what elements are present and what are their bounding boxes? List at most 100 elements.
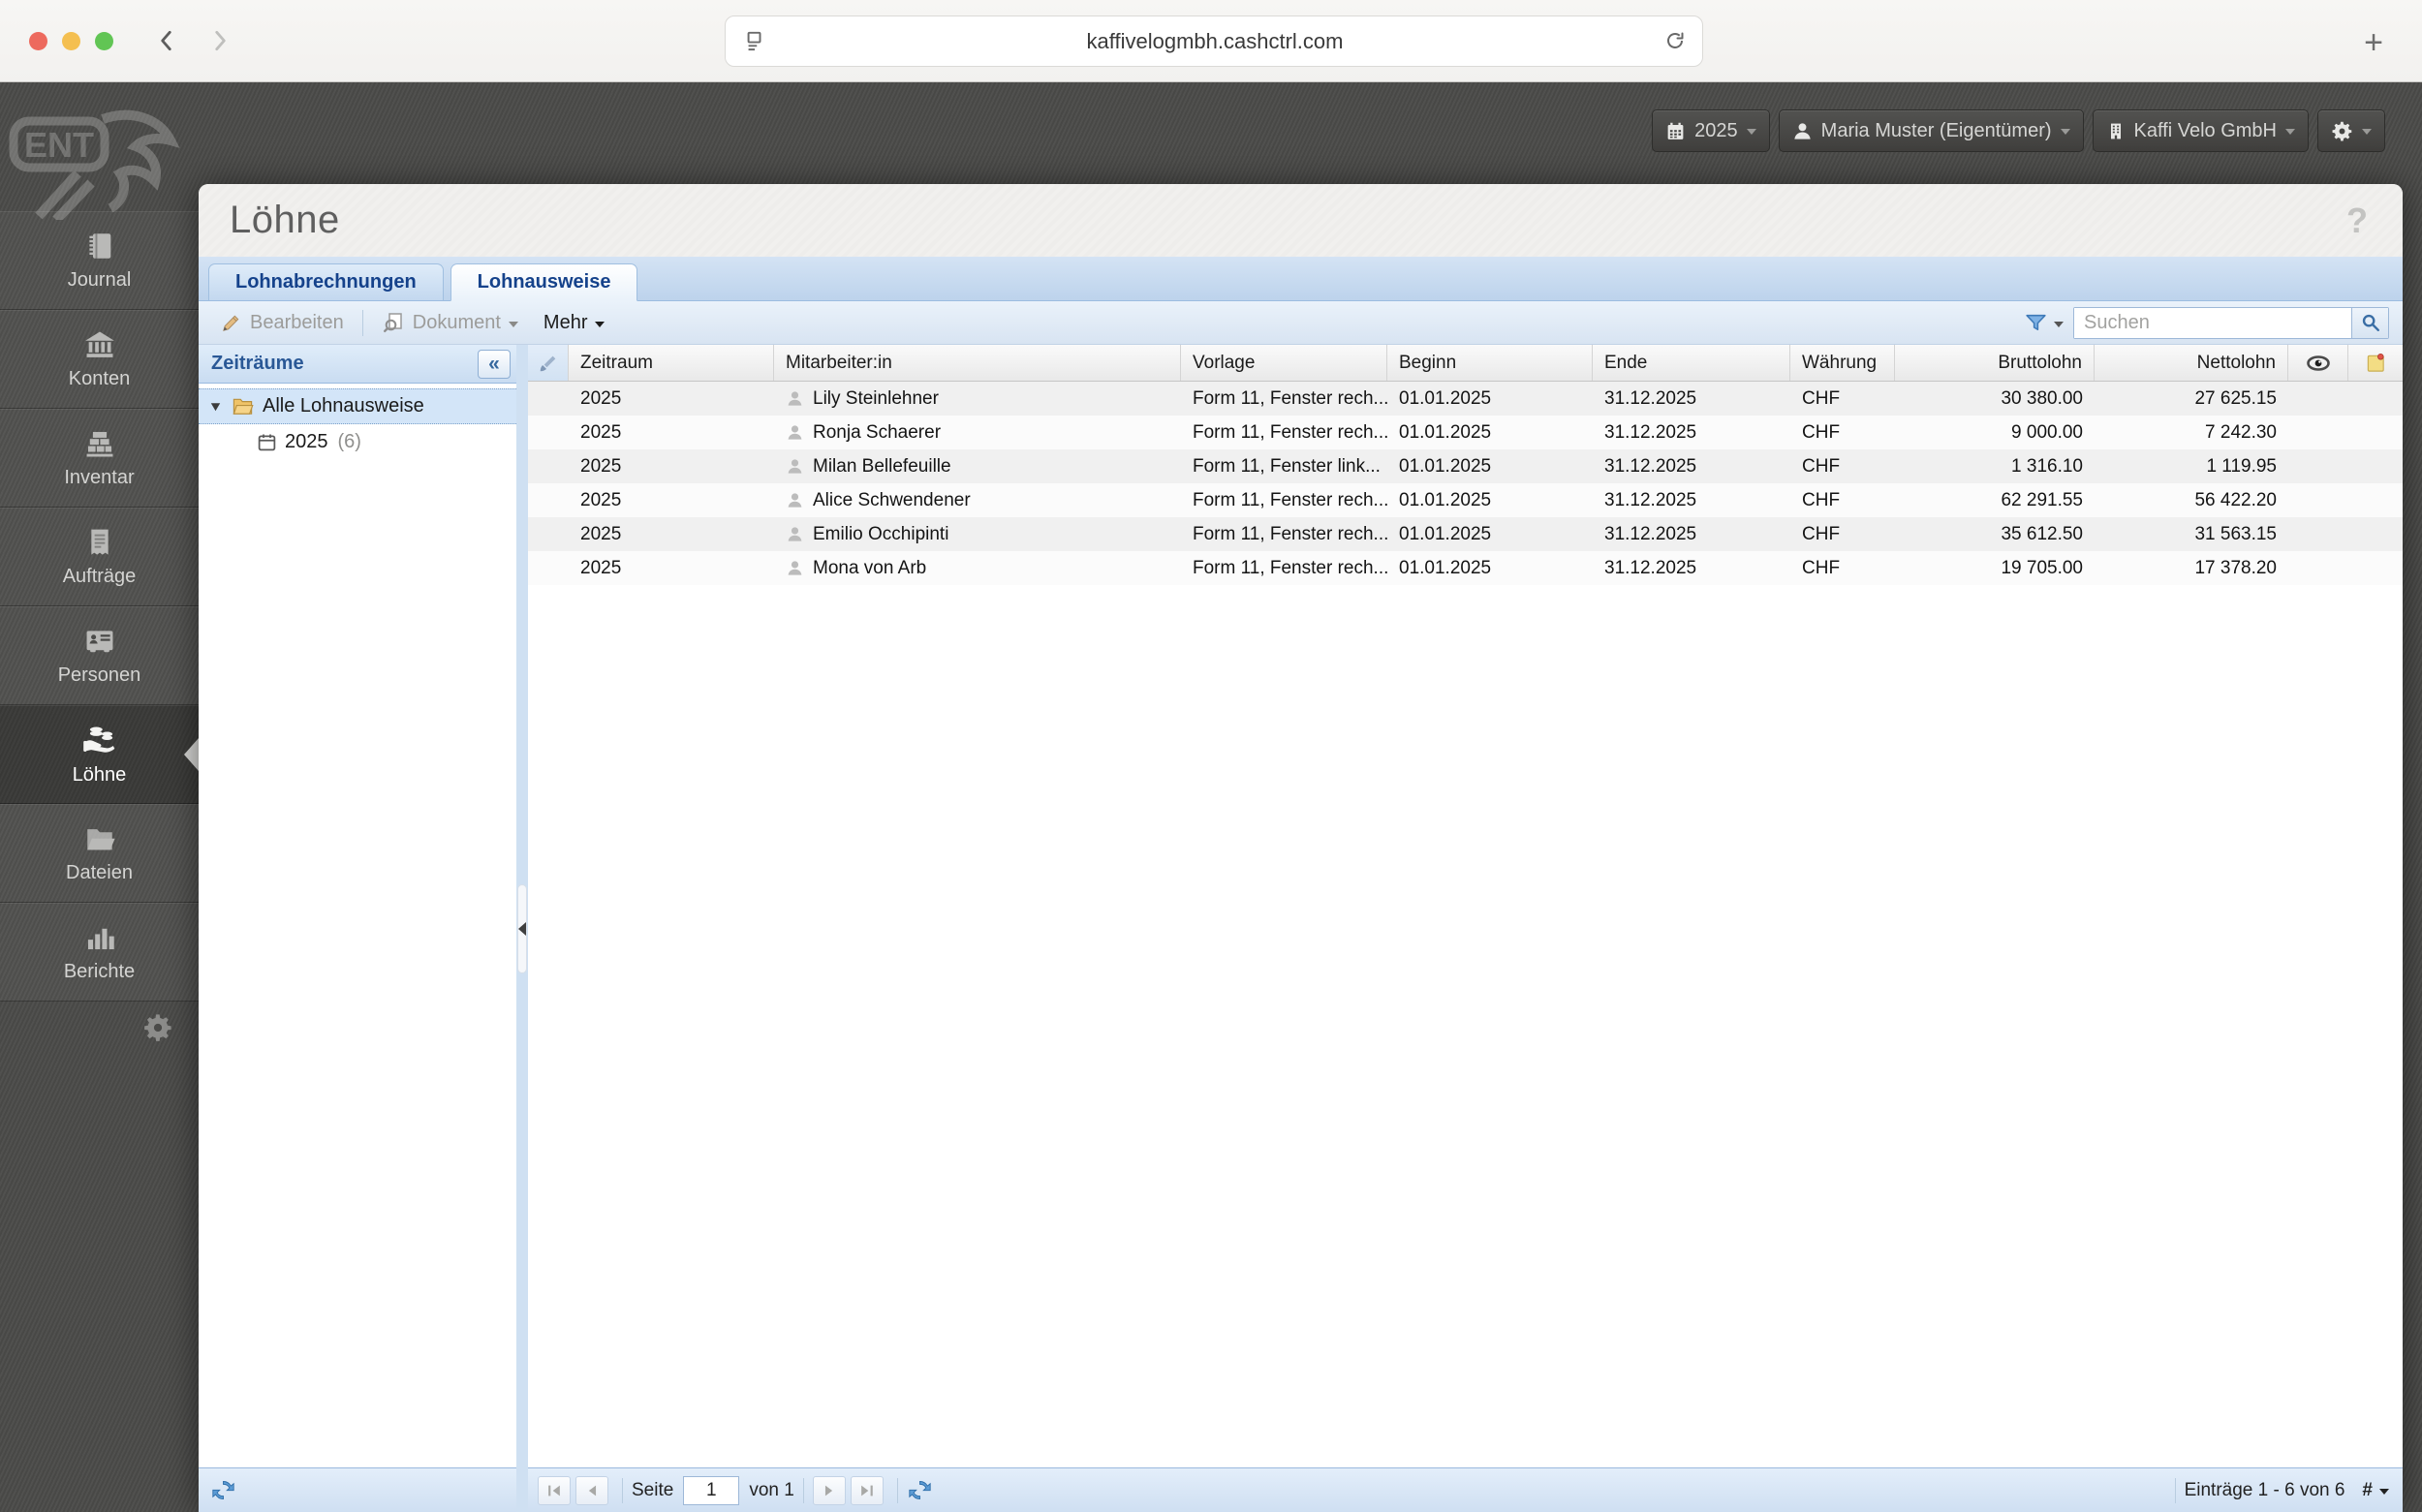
column-header-bruttolohn[interactable]: Bruttolohn	[1895, 345, 2095, 381]
sidebar-item-auftraege[interactable]: Aufträge	[0, 508, 199, 606]
browser-forward-button[interactable]	[201, 21, 239, 60]
table-row[interactable]: 2025 Emilio Occhipinti Form 11, Fenster re…	[528, 517, 2403, 551]
cell-note	[2348, 517, 2403, 551]
edit-button[interactable]: Bearbeiten	[210, 306, 354, 339]
panel-splitter[interactable]	[516, 345, 528, 1512]
column-header-beginn[interactable]: Beginn	[1387, 345, 1593, 381]
table-row[interactable]: 2025 Milan Bellefeuille Form 11, Fenster l…	[528, 449, 2403, 483]
cell-brutto: 1 316.10	[2011, 455, 2083, 477]
tab-lohnausweise[interactable]: Lohnausweise	[450, 263, 638, 301]
column-header-waehrung[interactable]: Währung	[1790, 345, 1895, 381]
document-button[interactable]: Dokument	[372, 306, 528, 339]
sidebar-item-dateien[interactable]: Dateien	[0, 804, 199, 903]
cell-vorlage: Form 11, Fenster rech...	[1193, 387, 1387, 409]
sidebar-item-label: Löhne	[72, 764, 127, 786]
minimize-window-button[interactable]	[62, 31, 80, 50]
sidebar-item-berichte[interactable]: Berichte	[0, 903, 199, 1002]
close-window-button[interactable]	[29, 31, 47, 50]
refresh-icon[interactable]	[210, 1477, 236, 1503]
collapse-panel-button[interactable]: «	[478, 349, 511, 379]
panel-title-bar: Löhne ?	[199, 184, 2403, 257]
splitter-collapse-handle[interactable]	[517, 883, 527, 973]
tree-node-count: (6)	[337, 431, 361, 452]
cell-waehrung: CHF	[1802, 557, 1841, 578]
table-row[interactable]: 2025 Lily Steinlehner Form 11, Fenster rec…	[528, 382, 2403, 416]
table-row[interactable]: 2025 Alice Schwendener Form 11, Fenster re…	[528, 483, 2403, 517]
cell-zeitraum: 2025	[580, 557, 622, 578]
prev-page-button[interactable]	[575, 1475, 608, 1505]
refresh-icon[interactable]	[907, 1477, 933, 1503]
search-button[interactable]	[2351, 307, 2388, 338]
browser-back-button[interactable]	[147, 21, 186, 60]
active-item-arrow-icon	[184, 738, 199, 771]
settings-menu-button[interactable]	[2317, 109, 2385, 152]
help-button[interactable]: ?	[2346, 201, 2368, 241]
column-header-mitarbeiter[interactable]: Mitarbeiter:in	[774, 345, 1181, 381]
sidebar-item-loehne[interactable]: Löhne	[0, 705, 199, 804]
table-row[interactable]: 2025 Ronja Schaerer Form 11, Fenster rech.…	[528, 416, 2403, 449]
filter-button[interactable]	[2024, 311, 2064, 335]
cell-zeitraum: 2025	[580, 523, 622, 544]
person-icon	[788, 425, 802, 440]
search-input[interactable]	[2074, 307, 2351, 338]
first-page-button[interactable]	[538, 1475, 571, 1505]
ent-logo: ENT	[9, 109, 180, 220]
company-menu-button[interactable]: Kaffi Velo GmbH	[2092, 109, 2309, 152]
sidebar-item-inventar[interactable]: Inventar	[0, 409, 199, 508]
page-number-input[interactable]	[683, 1475, 740, 1505]
grid-header: Zeitraum Mitarbeiter:in Vorlage Beginn E…	[528, 345, 2403, 382]
sidebar-item-konten[interactable]: Konten	[0, 310, 199, 409]
cell-zeitraum: 2025	[580, 421, 622, 443]
row-count-button[interactable]: #	[2362, 1480, 2389, 1501]
first-page-icon	[548, 1485, 560, 1496]
employee-name: Alice Schwendener	[813, 489, 971, 510]
cell-ende: 31.12.2025	[1604, 489, 1697, 510]
content-area: Zeiträume « Alle Lohnausweise 2025 (6) Z…	[199, 345, 2403, 1512]
company-label: Kaffi Velo GmbH	[2133, 119, 2277, 141]
expand-arrow-icon[interactable]	[208, 399, 223, 414]
column-header-zeitraum[interactable]: Zeitraum	[569, 345, 774, 381]
sidebar-gear-icon[interactable]	[142, 1012, 173, 1043]
table-row[interactable]: 2025 Mona von Arb Form 11, Fenster rech...…	[528, 551, 2403, 585]
column-header-brush[interactable]	[528, 345, 569, 381]
column-header-vorlage[interactable]: Vorlage	[1181, 345, 1387, 381]
new-tab-button[interactable]: +	[2352, 21, 2395, 64]
fiscal-year-label: 2025	[1694, 119, 1738, 141]
last-page-button[interactable]	[850, 1475, 884, 1505]
cell-brutto: 19 705.00	[2001, 557, 2083, 578]
row-handle-cell	[528, 416, 569, 449]
cell-brutto: 9 000.00	[2011, 421, 2083, 443]
sidebar-item-personen[interactable]: Personen	[0, 606, 199, 705]
chevron-down-icon	[508, 321, 518, 327]
journal-icon	[88, 233, 110, 259]
filter-funnel-icon	[2026, 314, 2046, 330]
column-header-visibility[interactable]	[2288, 345, 2348, 381]
cell-beginn: 01.01.2025	[1399, 489, 1492, 510]
tree-node-2025[interactable]: 2025 (6)	[199, 424, 516, 460]
column-header-notes[interactable]	[2348, 345, 2403, 381]
next-page-button[interactable]	[812, 1475, 846, 1505]
hash-label: #	[2362, 1479, 2373, 1500]
more-button[interactable]: Mehr	[534, 306, 615, 339]
person-icon	[788, 459, 802, 474]
user-menu-button[interactable]: Maria Muster (Eigentümer)	[1778, 109, 2084, 152]
page-label: Seite	[632, 1479, 674, 1500]
salary-coins-icon	[82, 726, 114, 753]
row-handle-cell	[528, 483, 569, 517]
tab-lohnabrechnungen[interactable]: Lohnabrechnungen	[208, 263, 444, 301]
column-header-ende[interactable]: Ende	[1593, 345, 1790, 381]
sidebar-item-journal[interactable]: Journal	[0, 211, 199, 310]
zoom-window-button[interactable]	[95, 31, 113, 50]
address-bar[interactable]: kaffivelogmbh.cashctrl.com	[725, 15, 1703, 67]
bank-icon	[84, 331, 114, 357]
column-header-nettolohn[interactable]: Nettolohn	[2095, 345, 2288, 381]
tree-node-root[interactable]: Alle Lohnausweise	[199, 388, 516, 424]
page-settings-icon	[747, 31, 761, 50]
edit-label: Bearbeiten	[250, 311, 344, 333]
fiscal-year-button[interactable]: 2025	[1652, 109, 1770, 152]
footer-right: Einträge 1 - 6 von 6 #	[2166, 1477, 2389, 1503]
cell-beginn: 01.01.2025	[1399, 557, 1492, 578]
reload-icon[interactable]	[1663, 30, 1687, 53]
url-text: kaffivelogmbh.cashctrl.com	[1086, 28, 1344, 53]
window-controls	[29, 31, 113, 50]
